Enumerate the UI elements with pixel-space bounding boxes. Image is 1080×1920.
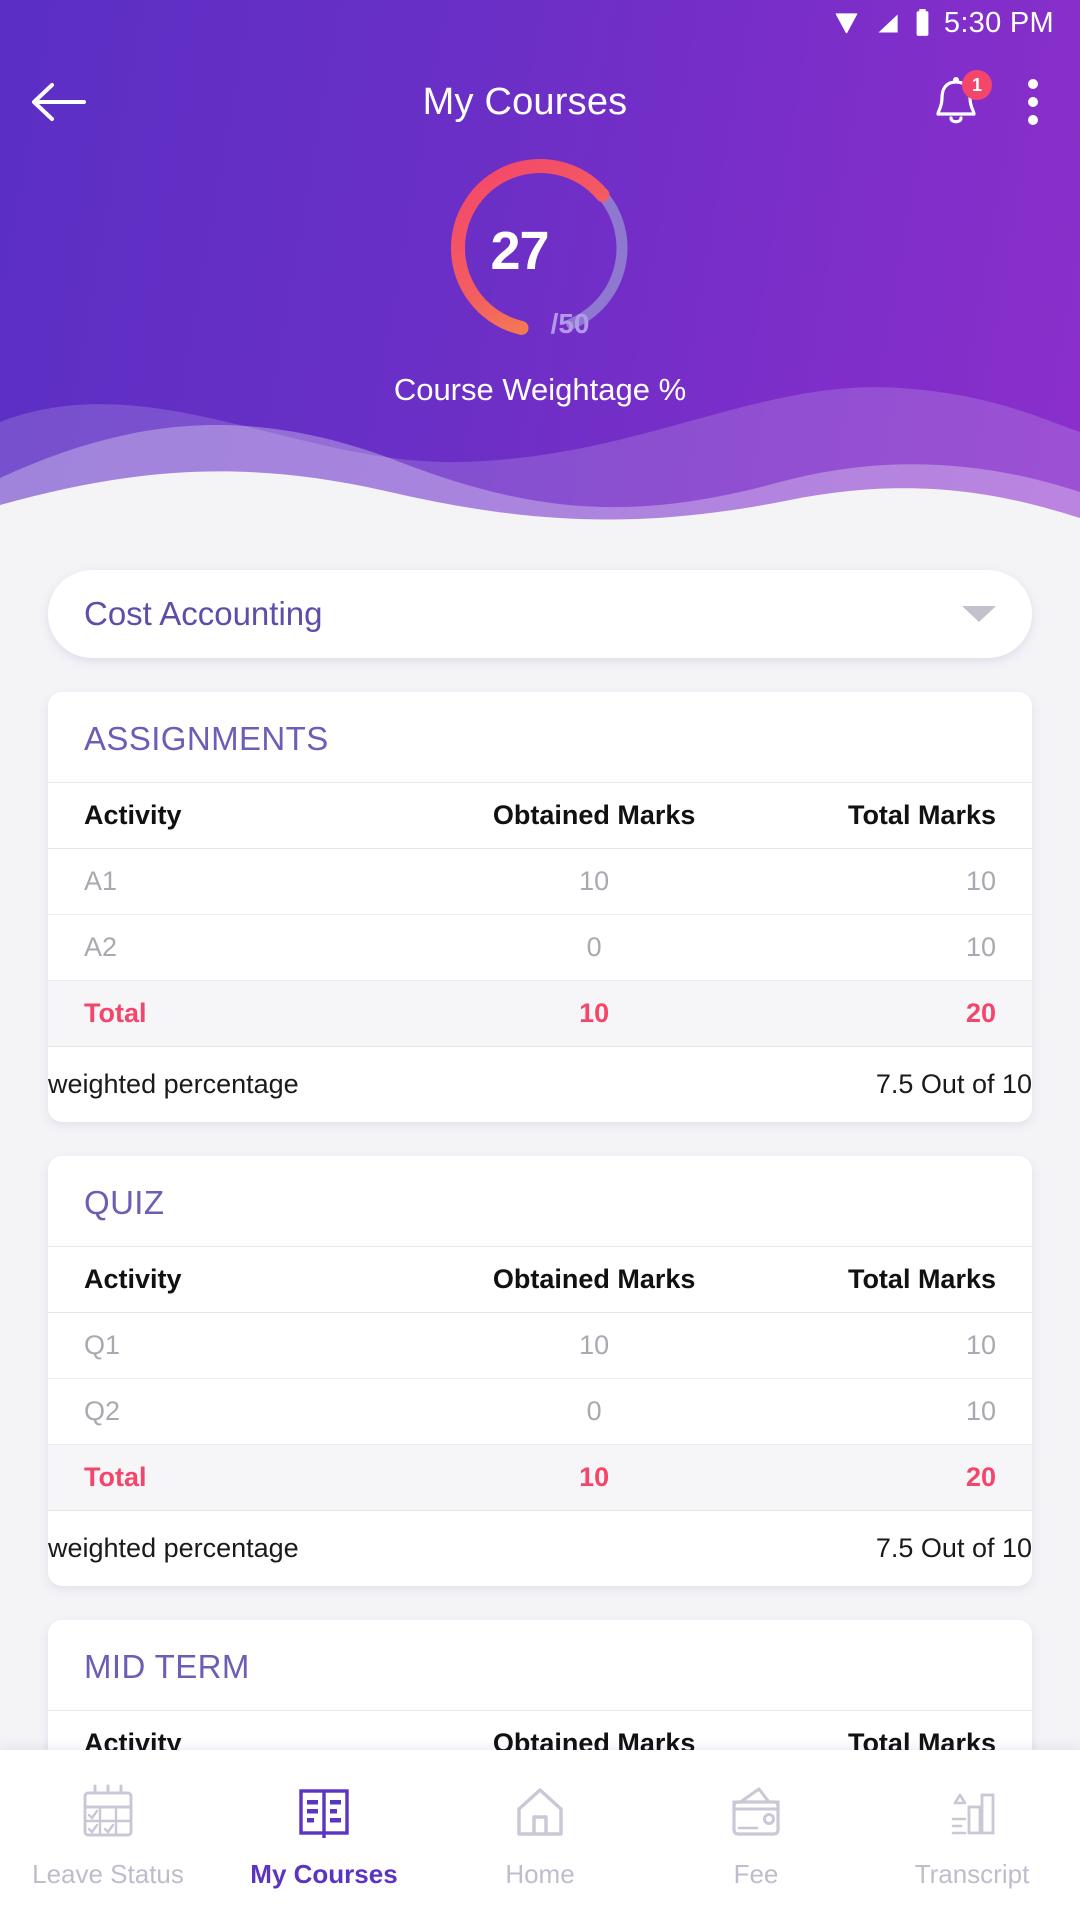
gauge-ring: 27 /50 xyxy=(440,148,640,348)
kebab-dot xyxy=(1028,79,1038,89)
section-title: ASSIGNMENTS xyxy=(48,692,1032,783)
chart-icon xyxy=(951,1793,995,1834)
table-header-row: Activity Obtained Marks Total Marks xyxy=(48,1247,1032,1313)
bottom-navigation: Leave Status My Courses Home Fee Transcr… xyxy=(0,1750,1080,1920)
cell-obtained: 0 xyxy=(421,914,767,981)
section-card-mid-term: MID TERM Activity Obtained Marks Total M… xyxy=(48,1620,1032,1750)
cell-total-obtained: 10 xyxy=(421,1444,767,1511)
section-title: MID TERM xyxy=(48,1620,1032,1711)
gauge-value: 27 xyxy=(490,221,549,281)
cell-total: 10 xyxy=(766,848,1032,915)
table-total-row: Total 10 20 xyxy=(48,1444,1032,1511)
overflow-menu-button[interactable] xyxy=(1014,73,1042,131)
cell-activity: A1 xyxy=(48,848,422,915)
app-bar: My Courses 1 xyxy=(0,48,1080,156)
col-obtained: Obtained Marks xyxy=(421,783,767,849)
table-row: A2 0 10 xyxy=(48,914,1032,981)
col-total: Total Marks xyxy=(766,1711,1032,1750)
chevron-down-icon xyxy=(962,606,996,622)
cell-total-marks: 20 xyxy=(766,1444,1032,1511)
cell-total-label: Total xyxy=(48,1444,422,1511)
cell-activity: Q1 xyxy=(48,1312,422,1379)
table-row: Q2 0 10 xyxy=(48,1378,1032,1445)
page-title: My Courses xyxy=(422,80,628,123)
section-title: QUIZ xyxy=(48,1156,1032,1247)
col-obtained: Obtained Marks xyxy=(421,1711,767,1750)
status-bar: 5:30 PM xyxy=(0,0,1080,46)
nav-label: My Courses xyxy=(250,1858,398,1889)
cell-total: 10 xyxy=(766,914,1032,981)
cell-obtained: 0 xyxy=(421,1378,767,1445)
nav-label: Fee xyxy=(733,1858,779,1889)
cell-obtained: 10 xyxy=(421,848,767,915)
section-card-quiz: QUIZ Activity Obtained Marks Total Marks… xyxy=(48,1156,1032,1586)
cell-activity: Q2 xyxy=(48,1378,422,1445)
table-header-row: Activity Obtained Marks Total Marks xyxy=(48,1711,1032,1750)
back-button[interactable] xyxy=(0,80,120,124)
nav-item-fee[interactable]: Fee xyxy=(648,1781,864,1890)
cell-total-obtained: 10 xyxy=(421,980,767,1047)
col-obtained: Obtained Marks xyxy=(421,1247,767,1313)
gauge-center-text: 27 /50 xyxy=(440,148,640,348)
weighted-label: weighted percentage xyxy=(48,1069,299,1099)
weighted-value: 7.5 Out of 10 xyxy=(875,1069,1032,1099)
table-row: Q1 10 10 xyxy=(48,1312,1032,1379)
cell-total-label: Total xyxy=(48,980,422,1047)
cell-total-marks: 20 xyxy=(766,980,1032,1047)
calendar-icon xyxy=(83,1784,133,1836)
course-selector[interactable]: Cost Accounting xyxy=(48,570,1032,658)
back-arrow-icon xyxy=(32,83,86,121)
table-header-row: Activity Obtained Marks Total Marks xyxy=(48,783,1032,849)
wallet-icon xyxy=(732,1787,780,1836)
cell-total: 10 xyxy=(766,1312,1032,1379)
section-card-assignments: ASSIGNMENTS Activity Obtained Marks Tota… xyxy=(48,692,1032,1122)
wifi-icon xyxy=(833,10,860,37)
cell-total: 10 xyxy=(766,1378,1032,1445)
marks-table: Activity Obtained Marks Total Marks Q1 1… xyxy=(48,1247,1032,1586)
col-activity: Activity xyxy=(48,783,422,849)
kebab-dot xyxy=(1028,115,1038,125)
weighted-label: weighted percentage xyxy=(48,1533,299,1563)
signal-icon xyxy=(874,10,901,37)
battery-icon xyxy=(915,9,930,37)
weighted-percentage-row: weighted percentage 7.5 Out of 10 xyxy=(48,1511,1032,1587)
table-total-row: Total 10 20 xyxy=(48,980,1032,1047)
course-weightage-gauge: 27 /50 Course Weightage % xyxy=(0,148,1080,408)
col-total: Total Marks xyxy=(766,783,1032,849)
table-row: A1 10 10 xyxy=(48,848,1032,915)
status-time: 5:30 PM xyxy=(943,6,1054,39)
nav-item-leave-status[interactable]: Leave Status xyxy=(0,1781,216,1890)
col-activity: Activity xyxy=(48,1247,422,1313)
marks-table: Activity Obtained Marks Total Marks MIDT… xyxy=(48,1711,1032,1750)
nav-label: Home xyxy=(505,1858,575,1889)
notification-badge: 1 xyxy=(962,70,992,100)
weighted-percentage-row: weighted percentage 7.5 Out of 10 xyxy=(48,1047,1032,1123)
col-activity: Activity xyxy=(48,1711,422,1750)
nav-item-transcript[interactable]: Transcript xyxy=(864,1781,1080,1890)
main-content: Cost Accounting ASSIGNMENTS Activity Obt… xyxy=(0,540,1080,1750)
app-bar-actions: 1 xyxy=(930,70,1080,131)
nav-label: Leave Status xyxy=(32,1858,184,1889)
nav-label: Transcript xyxy=(914,1858,1030,1889)
col-total: Total Marks xyxy=(766,1247,1032,1313)
gauge-max: /50 xyxy=(550,308,590,339)
wave-decoration xyxy=(0,387,1080,540)
app-header: 5:30 PM My Courses 1 27 /50 Course Weigh… xyxy=(0,0,1080,540)
home-icon xyxy=(517,1787,563,1836)
nav-item-my-courses[interactable]: My Courses xyxy=(216,1781,432,1890)
notifications-button[interactable]: 1 xyxy=(930,70,992,130)
course-selector-value: Cost Accounting xyxy=(84,595,323,632)
cell-obtained: 10 xyxy=(421,1312,767,1379)
book-icon xyxy=(299,1788,349,1838)
marks-table: Activity Obtained Marks Total Marks A1 1… xyxy=(48,783,1032,1122)
nav-item-home[interactable]: Home xyxy=(432,1781,648,1890)
kebab-dot xyxy=(1028,97,1038,107)
cell-activity: A2 xyxy=(48,914,422,981)
weighted-value: 7.5 Out of 10 xyxy=(875,1533,1032,1563)
